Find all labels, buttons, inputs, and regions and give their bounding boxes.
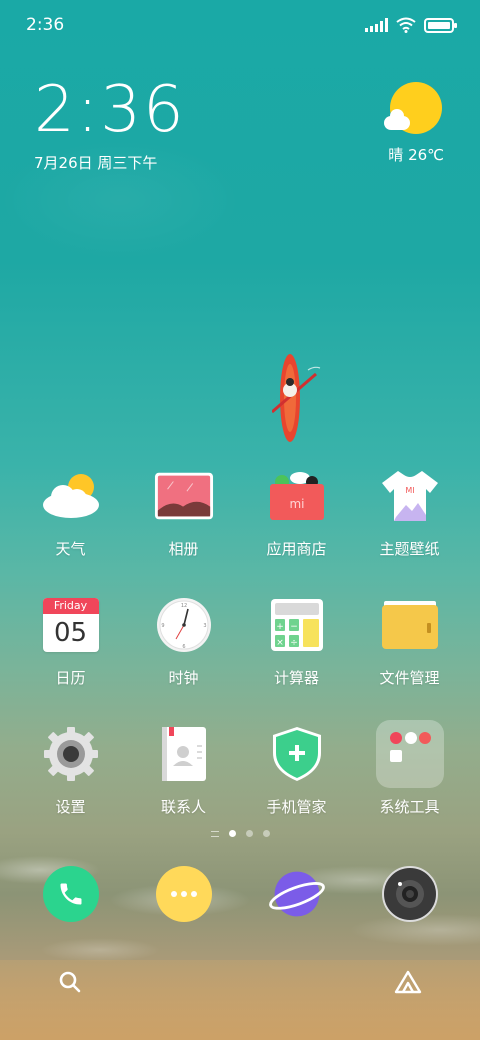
file-manager-icon — [380, 595, 440, 655]
app-label: 手机管家 — [266, 798, 327, 816]
calendar-icon: Friday 05 — [41, 595, 101, 655]
status-bar: 2:36 — [0, 0, 480, 50]
app-security[interactable]: 手机管家 — [240, 724, 353, 817]
dock-phone[interactable] — [14, 866, 127, 922]
app-label: 文件管理 — [379, 669, 440, 687]
app-themes[interactable]: MI 主题壁纸 — [353, 466, 466, 559]
calculator-icon: + − × ÷ — [267, 595, 327, 655]
camera-icon — [381, 866, 438, 922]
app-label: 系统工具 — [379, 798, 440, 816]
app-label: 联系人 — [160, 798, 206, 816]
app-contacts[interactable]: 联系人 — [127, 724, 240, 817]
weather-condition-temp: 晴 26℃ — [388, 146, 444, 164]
svg-text:×: × — [276, 638, 284, 648]
app-gallery[interactable]: 相册 — [127, 466, 240, 559]
app-grid: 天气 相册 mi 应用商店 MI 主题壁纸 Friday 05 日历 12 3 … — [14, 466, 466, 817]
svg-text:÷: ÷ — [290, 638, 298, 648]
app-calendar[interactable]: Friday 05 日历 — [14, 595, 127, 688]
calendar-day-number: 05 — [53, 618, 88, 648]
wifi-icon — [396, 17, 416, 33]
app-file-manager[interactable]: 文件管理 — [353, 595, 466, 688]
page-dot — [262, 830, 270, 837]
weather-widget[interactable]: 晴 26℃ — [384, 82, 444, 165]
page-indicator[interactable] — [0, 830, 480, 837]
search-icon[interactable] — [58, 970, 82, 994]
svg-text:mi: mi — [289, 497, 304, 511]
svg-text:3: 3 — [203, 623, 206, 629]
status-icons — [365, 17, 457, 33]
folder-icon — [375, 720, 444, 788]
weather-icon — [41, 466, 101, 526]
app-weather[interactable]: 天气 — [14, 466, 127, 559]
app-app-store[interactable]: mi 应用商店 — [240, 466, 353, 559]
app-settings[interactable]: 设置 — [14, 724, 127, 817]
contacts-icon — [154, 724, 214, 784]
svg-text:6: 6 — [182, 644, 185, 650]
app-label: 日历 — [55, 669, 86, 687]
app-label: 主题壁纸 — [379, 540, 440, 558]
dock — [14, 866, 466, 922]
clock-widget[interactable]: 2:36 7月26日 周三下午 — [34, 78, 186, 173]
svg-text:MI: MI — [405, 486, 414, 495]
svg-text:12: 12 — [180, 603, 186, 609]
themes-icon: MI — [380, 466, 440, 526]
sunny-weather-icon — [384, 82, 443, 134]
app-calculator[interactable]: + − × ÷ 计算器 — [240, 595, 353, 688]
settings-icon — [41, 724, 101, 784]
svg-text:+: + — [276, 622, 284, 632]
wallpaper-kayak — [272, 354, 321, 442]
app-label: 计算器 — [273, 669, 319, 687]
page-dot-active — [228, 830, 236, 837]
app-label: 相册 — [168, 540, 199, 558]
clock-icon: 12 3 6 9 — [154, 595, 214, 655]
svg-text:9: 9 — [161, 623, 164, 629]
app-store-icon: mi — [267, 466, 327, 526]
app-label: 天气 — [55, 540, 86, 558]
dock-messages[interactable] — [127, 866, 240, 922]
clock-time: 2:36 — [34, 73, 186, 147]
dock-browser[interactable] — [240, 866, 353, 922]
battery-icon — [424, 17, 457, 33]
page-menu-icon — [210, 830, 219, 837]
app-clock[interactable]: 12 3 6 9 时钟 — [127, 595, 240, 688]
folder-system-tools[interactable]: 系统工具 — [353, 720, 466, 817]
dock-camera[interactable] — [353, 866, 466, 922]
app-vault-icon[interactable] — [394, 970, 422, 994]
security-icon — [267, 724, 327, 784]
messages-icon — [155, 866, 212, 922]
signal-icon — [365, 18, 388, 32]
status-time: 2:36 — [26, 15, 65, 35]
page-dot — [245, 830, 253, 837]
app-label: 设置 — [55, 798, 86, 816]
app-label: 时钟 — [168, 669, 199, 687]
clock-date: 7月26日 周三下午 — [34, 154, 158, 172]
calendar-day-name: Friday — [42, 598, 99, 614]
phone-icon — [42, 866, 99, 922]
bottom-bar — [0, 962, 480, 1002]
browser-icon — [268, 866, 325, 922]
svg-text:−: − — [290, 622, 298, 632]
gallery-icon — [154, 466, 214, 526]
app-label: 应用商店 — [266, 540, 327, 558]
